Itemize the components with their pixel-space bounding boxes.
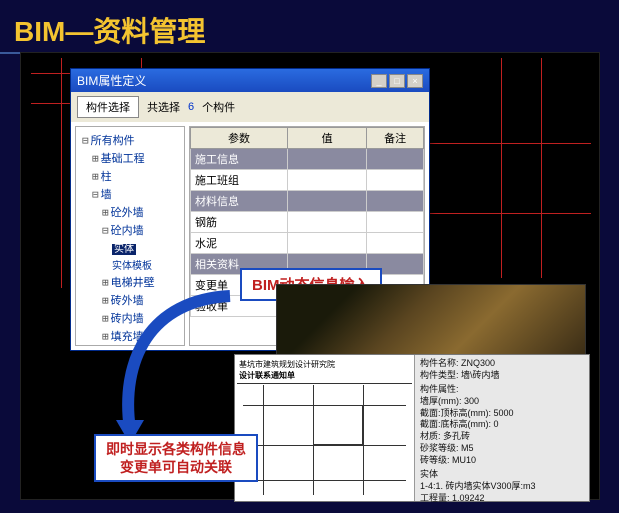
tree-node-selected[interactable]: 实体 bbox=[108, 239, 182, 256]
tree-node[interactable]: ⊟墙 bbox=[88, 185, 182, 203]
tree-node[interactable]: ⊟砼内墙 bbox=[98, 221, 182, 239]
drawing-header: 基坑市建筑规划设计研究院 设计联系通知单 bbox=[237, 357, 412, 384]
tree-node[interactable]: 实体模板 bbox=[108, 256, 182, 273]
callout-instant-info: 即时显示各类构件信息 变更单可自动关联 bbox=[94, 434, 258, 482]
tree-node[interactable]: ⊞砼外墙 bbox=[98, 203, 182, 221]
drawing-area: 基坑市建筑规划设计研究院 设计联系通知单 bbox=[235, 355, 415, 501]
grid-cell[interactable]: 材料信息 bbox=[191, 191, 288, 212]
tree-node[interactable]: ⊞基础工程 bbox=[88, 149, 182, 167]
grid-cell[interactable]: 钢筋 bbox=[191, 212, 288, 233]
component-info-panel: 基坑市建筑规划设计研究院 设计联系通知单 构件名称: ZNQ300 构件类型: … bbox=[234, 354, 590, 502]
minimize-button[interactable]: _ bbox=[371, 74, 387, 88]
tree-root[interactable]: ⊟所有构件 bbox=[78, 131, 182, 149]
tab-component-select[interactable]: 构件选择 bbox=[77, 96, 139, 118]
tree-node[interactable]: ⊞填充墙 bbox=[98, 327, 182, 345]
dialog-title: BIM属性定义 bbox=[77, 72, 146, 89]
selection-label: 共选择 bbox=[147, 99, 180, 115]
close-button[interactable]: × bbox=[407, 74, 423, 88]
grid-cell[interactable]: 水泥 bbox=[191, 233, 288, 254]
grid-cell[interactable]: 施工班组 bbox=[191, 170, 288, 191]
dialog-titlebar[interactable]: BIM属性定义 _ □ × bbox=[71, 69, 429, 92]
tree-node[interactable]: ⊞间壁墙 bbox=[98, 345, 182, 346]
maximize-button[interactable]: □ bbox=[389, 74, 405, 88]
component-tree[interactable]: ⊟所有构件 ⊞基础工程 ⊞柱 ⊟墙 ⊞砼外墙 ⊟砼内墙 实体 实体模板 ⊞电梯井… bbox=[75, 126, 185, 346]
tree-node[interactable]: ⊞电梯井壁 bbox=[98, 273, 182, 291]
grid-cell[interactable]: 施工信息 bbox=[191, 149, 288, 170]
tree-node[interactable]: ⊞砖外墙 bbox=[98, 291, 182, 309]
selection-count: 6 bbox=[188, 101, 194, 113]
tree-node[interactable]: ⊞柱 bbox=[88, 167, 182, 185]
col-value: 值 bbox=[288, 128, 367, 149]
tree-node[interactable]: ⊞砖内墙 bbox=[98, 309, 182, 327]
col-param: 参数 bbox=[191, 128, 288, 149]
slide-title: BIM—资料管理 bbox=[0, 0, 600, 54]
property-text: 构件名称: ZNQ300 构件类型: 墙\砖内墙 构件属性: 墙厚(mm): 3… bbox=[415, 355, 589, 501]
selection-unit: 个构件 bbox=[202, 99, 235, 115]
col-note: 备注 bbox=[367, 128, 424, 149]
